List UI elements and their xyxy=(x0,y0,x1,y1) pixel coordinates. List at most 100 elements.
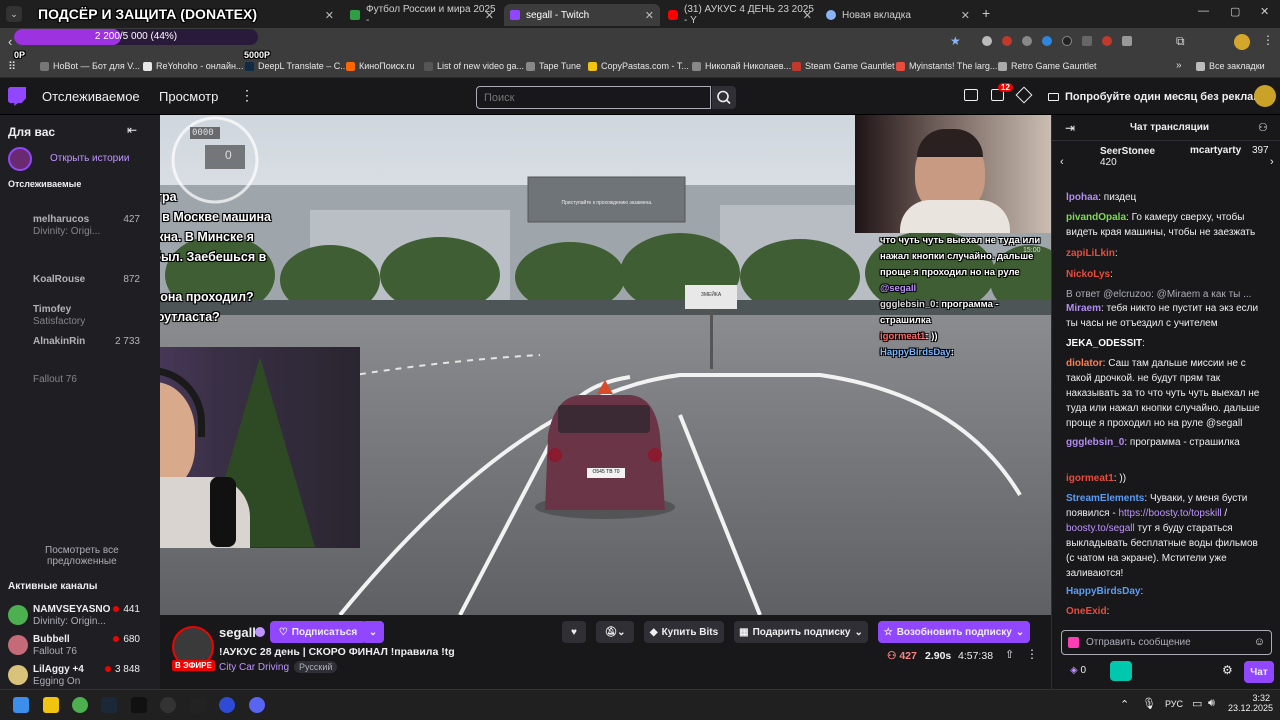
tab-list-button[interactable]: ⌄ xyxy=(6,6,22,22)
sidebar-channel[interactable]: NAMVSEYASNO Divinity: Origin... 441 xyxy=(0,601,160,631)
avatar xyxy=(8,605,28,625)
channel-name[interactable]: segall xyxy=(219,625,256,640)
users-icon[interactable]: ⚇ xyxy=(1258,121,1268,134)
menu-icon[interactable]: ⋮ xyxy=(1262,33,1274,47)
microphone-icon[interactable]: 🎙︎ xyxy=(1142,697,1156,710)
search-button[interactable] xyxy=(712,86,736,109)
subscribe-dropdown-button[interactable]: ⌄ xyxy=(362,621,384,643)
volume-icon[interactable]: 🔊︎ xyxy=(1208,697,1215,710)
cam-chat-line: igormeat1: )) xyxy=(880,331,938,342)
sidebar-channel[interactable]: LilAggy +4 Egging On 3 848 xyxy=(0,661,160,691)
chat-send-button[interactable]: Чат xyxy=(1244,661,1274,683)
nav-browse[interactable]: Просмотр xyxy=(159,89,218,104)
bookmark-favicon-icon xyxy=(792,61,801,71)
obs-icon[interactable] xyxy=(160,697,176,713)
inbox-icon[interactable] xyxy=(964,89,978,101)
follow-heart-button[interactable]: ♥ xyxy=(562,621,586,643)
chevron-right-icon[interactable]: » xyxy=(1176,60,1182,71)
gifters-next-icon[interactable]: › xyxy=(1270,156,1274,168)
more-icon[interactable]: ⋮ xyxy=(240,87,254,104)
clock[interactable]: 3:32 23.12.2025 xyxy=(1228,693,1273,713)
bookmark-item[interactable]: DeepL Translate – C... xyxy=(245,61,348,71)
twitch-logo-icon[interactable] xyxy=(8,87,26,106)
sidebar-channel[interactable]: Bubbell Fallout 76 680 xyxy=(0,631,160,661)
sidebar-channel[interactable]: KoalRouse 872 xyxy=(0,271,160,301)
steam-icon[interactable] xyxy=(101,697,117,713)
bookmark-item[interactable]: КиноПоиск.ru xyxy=(346,61,415,71)
points-claim-button[interactable] xyxy=(1110,661,1132,681)
extensions-icon[interactable]: ⧉ xyxy=(1176,34,1185,49)
tray-chevron-icon[interactable]: ⌃ xyxy=(1120,698,1129,711)
tab-new[interactable]: Новая вкладка ✕ xyxy=(820,4,976,26)
bookmark-item[interactable]: CopyPastas.com - T... xyxy=(588,61,689,71)
maximize-button[interactable]: ▢ xyxy=(1230,5,1240,18)
close-icon[interactable]: ✕ xyxy=(645,9,654,22)
sidebar-channel[interactable]: Timofey Satisfactory xyxy=(0,301,160,331)
tab-football[interactable]: Футбол России и мира 2025 - ✕ xyxy=(344,4,500,26)
chat-link[interactable]: https://boosty.to/topskill xyxy=(1118,508,1221,519)
resubscribe-button[interactable]: ☆ Возобновить подписку ⌄ xyxy=(878,621,1030,643)
stream-category[interactable]: City Car Driving xyxy=(219,662,289,673)
sidebar-channel[interactable]: Fallout 76 xyxy=(0,359,160,389)
gifters-prev-icon[interactable]: ‹ xyxy=(1060,156,1064,168)
collapse-sidebar-icon[interactable]: ⇤ xyxy=(127,123,137,137)
buy-bits-button[interactable]: ◆ Купить Bits xyxy=(644,621,724,643)
chat-input-box[interactable]: Отправить сообщение ☺ xyxy=(1061,630,1272,655)
notifications-button[interactable]: 🔕︎⌄ xyxy=(596,621,634,643)
open-stories-link[interactable]: Открыть истории xyxy=(50,153,129,164)
profile-avatar[interactable] xyxy=(1234,34,1250,50)
minimize-button[interactable]: — xyxy=(1198,5,1209,17)
subscribe-button[interactable]: ♡ Подписаться xyxy=(270,621,366,643)
discord-icon[interactable] xyxy=(249,697,265,713)
prime-icon[interactable] xyxy=(1015,86,1033,104)
bookmark-item[interactable]: Николай Николаев... xyxy=(692,61,791,71)
user-avatar[interactable] xyxy=(1254,85,1276,107)
bookmark-item[interactable]: HoBot — Бот для V... xyxy=(40,61,140,71)
more-options-icon[interactable]: ⋮ xyxy=(1026,647,1038,661)
share-icon[interactable]: ⇧ xyxy=(1005,648,1014,661)
chat-settings-icon[interactable]: ⚙ xyxy=(1222,663,1233,677)
back-icon[interactable]: ‹ xyxy=(8,34,12,49)
bookmark-star-icon[interactable]: ★ xyxy=(950,34,961,48)
avatar xyxy=(8,665,28,685)
channel-points[interactable]: ◈ 0 xyxy=(1070,665,1086,676)
close-window-button[interactable]: ✕ xyxy=(1260,5,1269,18)
windows-start-icon[interactable] xyxy=(13,697,29,713)
bookmark-item[interactable]: Tape Tune xyxy=(526,61,581,71)
close-icon[interactable]: ✕ xyxy=(485,9,494,22)
prime-promo[interactable]: Попробуйте один месяц без рекламы xyxy=(1042,85,1271,109)
app-icon[interactable] xyxy=(190,697,206,713)
close-icon[interactable]: ✕ xyxy=(325,9,334,22)
chat-link[interactable]: boosty.to/segall xyxy=(1066,523,1135,534)
gift-sub-button[interactable]: ▦ Подарить подписку ⌄ xyxy=(734,621,868,643)
bookmark-item[interactable]: Retro Game Gauntlet xyxy=(998,61,1097,71)
bookmark-item[interactable]: Myinstants! The larg... xyxy=(896,61,997,71)
bookmark-item[interactable]: List of new video ga... xyxy=(424,61,524,71)
close-icon[interactable]: ✕ xyxy=(803,9,812,22)
app-icon[interactable] xyxy=(131,697,147,713)
file-explorer-icon[interactable] xyxy=(43,697,59,713)
bookmark-item[interactable]: ReYohoho - онлайн... xyxy=(143,61,243,71)
close-icon[interactable]: ✕ xyxy=(961,9,970,22)
video-player[interactable]: Приступайте к прохождению экзамена. ЗМЕЙ… xyxy=(160,115,1051,615)
goal-progress-text: 2 200/5 000 (44%) xyxy=(94,31,178,42)
show-more-suggested[interactable]: Посмотреть все предложенные xyxy=(45,545,119,567)
sidebar-channel[interactable]: melharucos Divinity: Origi... 427 xyxy=(0,211,160,241)
collapse-chat-icon[interactable]: ⇥ xyxy=(1065,121,1075,135)
search-input[interactable] xyxy=(476,86,711,109)
tab-twitch[interactable]: segall - Twitch ✕ xyxy=(504,4,660,26)
latency: 2.90s xyxy=(925,650,952,662)
bookmark-item[interactable]: Steam Game Gauntlet xyxy=(792,61,895,71)
nav-following[interactable]: Отслеживаемое xyxy=(42,89,140,104)
tab-youtube[interactable]: (31) АУКУС 4 ДЕНЬ 23 2025 - Y ✕ xyxy=(662,4,818,26)
new-tab-button[interactable]: + xyxy=(982,5,990,21)
all-bookmarks[interactable]: Все закладки xyxy=(1196,61,1265,71)
game-icon[interactable] xyxy=(219,697,235,713)
emote-picker-icon[interactable]: ☺ xyxy=(1254,636,1265,648)
language-tag[interactable]: Русский xyxy=(294,661,338,673)
network-icon[interactable]: ▭ xyxy=(1192,697,1202,710)
keyboard-language[interactable]: РУС xyxy=(1165,699,1183,709)
chrome-icon[interactable] xyxy=(72,697,88,713)
apps-grid-icon[interactable]: ⠿ xyxy=(8,60,16,73)
stories-avatar[interactable] xyxy=(8,147,32,171)
